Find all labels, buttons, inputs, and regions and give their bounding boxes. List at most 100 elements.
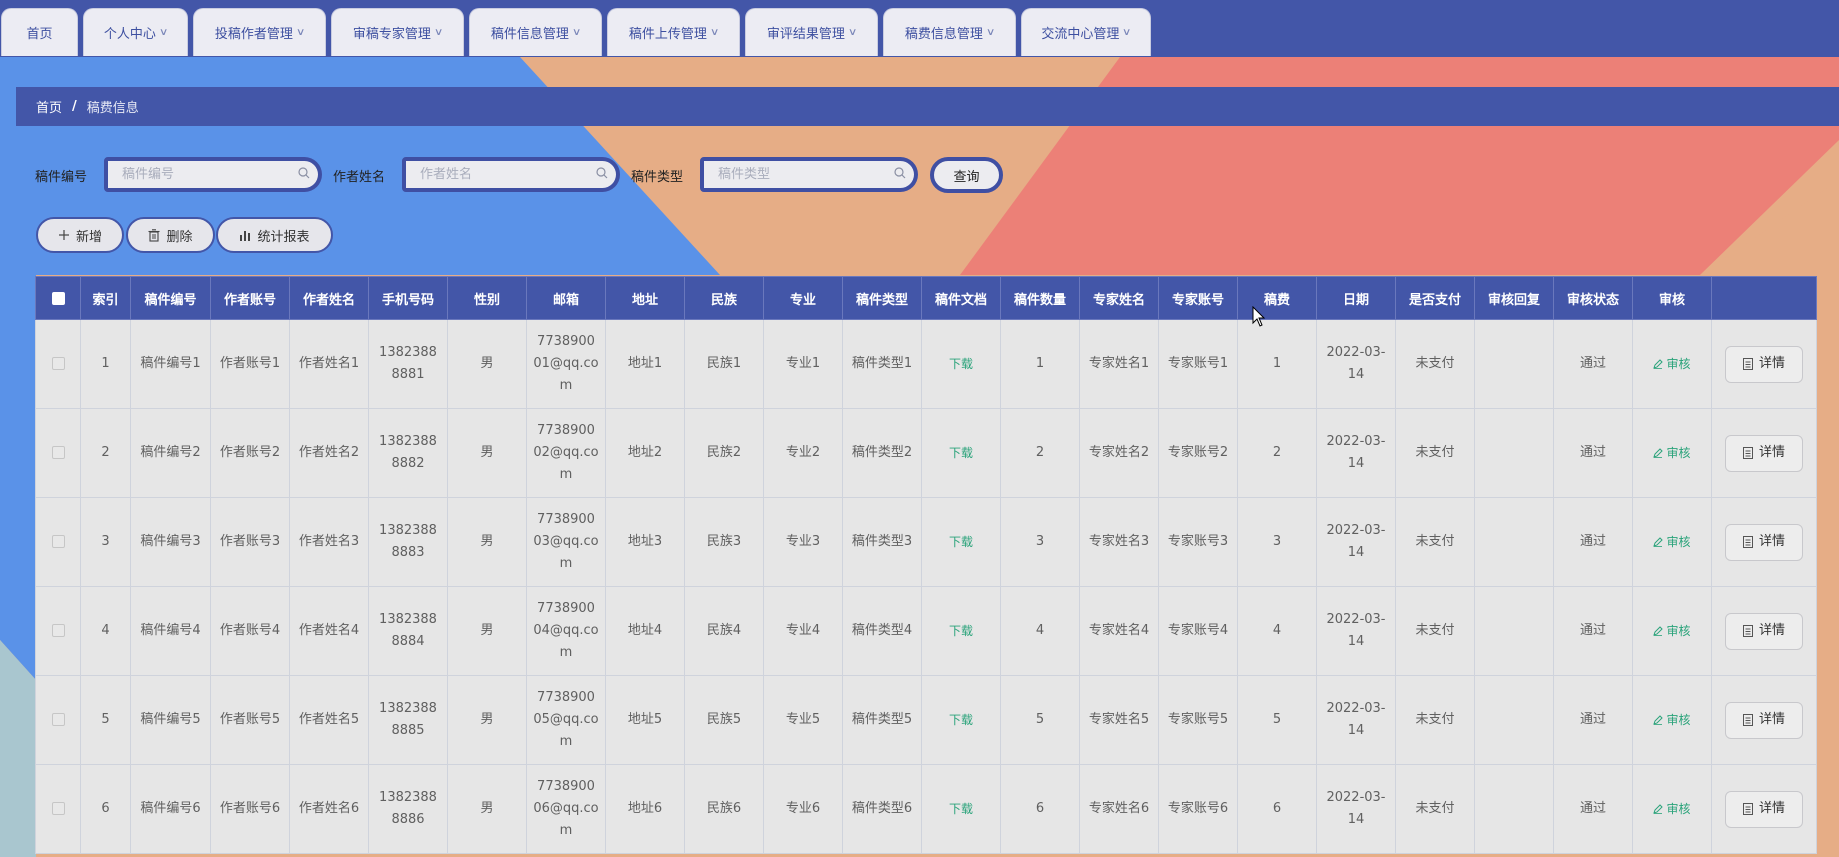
cell-name: 作者姓名1 — [289, 319, 369, 409]
cell-status: 通过 — [1553, 675, 1633, 765]
magnifier-icon — [894, 167, 906, 179]
search-input-code[interactable] — [122, 167, 292, 182]
table-row[interactable]: 5 稿件编号5 作者账号5 作者姓名5 13823888885 男 773890005@qq… — [35, 675, 1817, 765]
cell-expert-name: 专家姓名2 — [1079, 408, 1159, 498]
cell-audit: 审核 — [1632, 319, 1712, 409]
cell-phone: 13823888881 — [368, 319, 448, 409]
download-link[interactable]: 下载 — [949, 357, 973, 371]
report-button[interactable]: 统计报表 — [216, 217, 333, 253]
nav-tab-personal-center[interactable]: 个人中心 ∨ — [83, 8, 188, 56]
cell-nation: 民族4 — [684, 586, 764, 676]
detail-button[interactable]: 详情 — [1725, 790, 1803, 828]
cell-expert-name: 专家姓名1 — [1079, 319, 1159, 409]
cell-phone: 13823888885 — [368, 675, 448, 765]
document-icon — [1742, 536, 1753, 548]
cell-major: 专业5 — [763, 675, 843, 765]
audit-link[interactable]: 审核 — [1653, 713, 1691, 727]
cell-status: 通过 — [1553, 586, 1633, 676]
nav-tab-home[interactable]: 首页 — [1, 8, 78, 56]
table-row[interactable]: 2 稿件编号2 作者账号2 作者姓名2 13823888882 男 773890002@qq… — [35, 408, 1817, 498]
search-input-author[interactable] — [420, 167, 590, 182]
download-link[interactable]: 下载 — [949, 713, 973, 727]
column-header-address: 地址 — [605, 276, 685, 320]
cell-fee: 6 — [1237, 764, 1317, 854]
cell-paid: 未支付 — [1395, 764, 1475, 854]
nav-tab-fee-mgmt[interactable]: 稿费信息管理 ∨ — [883, 8, 1016, 56]
nav-tab-label: 首页 — [26, 27, 53, 42]
row-select-cell — [35, 764, 81, 854]
cell-index: 2 — [80, 408, 131, 498]
row-checkbox[interactable] — [51, 535, 65, 548]
table-row[interactable]: 4 稿件编号4 作者账号4 作者姓名4 13823888884 男 773890004@qq… — [35, 586, 1817, 676]
detail-button-label: 详情 — [1758, 712, 1785, 727]
breadcrumb: 首页 / 稿费信息 — [16, 87, 1839, 126]
download-link[interactable]: 下载 — [949, 446, 973, 460]
audit-link[interactable]: 审核 — [1653, 802, 1691, 816]
nav-tab-label: 交流中心管理 — [1041, 27, 1120, 42]
audit-link[interactable]: 审核 — [1653, 446, 1691, 460]
cell-actions: 详情 — [1711, 764, 1817, 854]
nav-tab-exchange-mgmt[interactable]: 交流中心管理 ∨ — [1021, 8, 1151, 56]
row-select-cell — [35, 408, 81, 498]
search-label-author: 作者姓名 — [333, 170, 386, 185]
search-input-type[interactable] — [718, 167, 888, 182]
cell-nation: 民族1 — [684, 319, 764, 409]
row-checkbox[interactable] — [51, 624, 65, 637]
row-checkbox[interactable] — [51, 357, 65, 370]
bar-chart-icon — [240, 230, 251, 241]
audit-link[interactable]: 审核 — [1653, 624, 1691, 638]
audit-link-label: 审核 — [1666, 534, 1691, 549]
download-link[interactable]: 下载 — [949, 624, 973, 638]
nav-tab-manuscript-mgmt[interactable]: 稿件信息管理 ∨ — [469, 8, 602, 56]
nav-tab-expert-mgmt[interactable]: 审稿专家管理 ∨ — [331, 8, 464, 56]
query-button[interactable]: 查询 — [930, 157, 1003, 193]
column-header-index: 索引 — [80, 276, 131, 320]
detail-button[interactable]: 详情 — [1725, 434, 1803, 472]
row-checkbox[interactable] — [51, 446, 65, 459]
detail-button[interactable]: 详情 — [1725, 523, 1803, 561]
column-header-fee: 稿费 — [1237, 276, 1317, 320]
breadcrumb-home[interactable]: 首页 — [36, 97, 62, 116]
cell-count: 6 — [1000, 764, 1080, 854]
cell-name: 作者姓名3 — [289, 497, 369, 587]
chevron-down-icon: ∨ — [1122, 27, 1132, 38]
cell-major: 专业1 — [763, 319, 843, 409]
cell-phone: 13823888882 — [368, 408, 448, 498]
column-header-gender: 性别 — [447, 276, 527, 320]
column-header-count: 稿件数量 — [1000, 276, 1080, 320]
audit-link[interactable]: 审核 — [1653, 534, 1691, 549]
add-button[interactable]: 新增 — [36, 217, 124, 253]
add-button-label: 新增 — [75, 229, 102, 245]
cell-audit: 审核 — [1632, 586, 1712, 676]
cell-date: 2022-03-14 — [1316, 764, 1396, 854]
nav-tab-upload-mgmt[interactable]: 稿件上传管理 ∨ — [607, 8, 740, 56]
table-row[interactable]: 3 稿件编号3 作者账号3 作者姓名3 13823888883 男 773890003@qq… — [35, 497, 1817, 587]
table-row[interactable]: 6 稿件编号6 作者账号6 作者姓名6 13823888886 男 773890006@qq… — [35, 764, 1817, 854]
delete-button[interactable]: 删除 — [126, 217, 215, 253]
detail-button[interactable]: 详情 — [1725, 345, 1803, 383]
cell-date: 2022-03-14 — [1316, 497, 1396, 587]
cell-fee: 2 — [1237, 408, 1317, 498]
detail-button-label: 详情 — [1758, 801, 1785, 816]
cell-account: 作者账号1 — [210, 319, 290, 409]
detail-button[interactable]: 详情 — [1725, 612, 1803, 650]
download-link[interactable]: 下载 — [949, 535, 973, 549]
cell-expert-account: 专家账号3 — [1158, 497, 1238, 587]
nav-tab-author-mgmt[interactable]: 投稿作者管理 ∨ — [193, 8, 326, 56]
row-checkbox[interactable] — [51, 713, 65, 726]
detail-button-label: 详情 — [1758, 623, 1785, 638]
select-all-checkbox[interactable] — [51, 291, 65, 305]
column-header-code: 稿件编号 — [130, 276, 211, 320]
audit-link[interactable]: 审核 — [1653, 357, 1691, 371]
nav-tab-review-result-mgmt[interactable]: 审评结果管理 ∨ — [745, 8, 878, 56]
chevron-down-icon: ∨ — [295, 27, 306, 38]
column-header-phone: 手机号码 — [368, 276, 448, 320]
row-checkbox[interactable] — [51, 802, 65, 815]
download-link[interactable]: 下载 — [949, 802, 973, 816]
cell-status: 通过 — [1553, 764, 1633, 854]
cell-date: 2022-03-14 — [1316, 319, 1396, 409]
document-icon — [1742, 625, 1753, 637]
magnifier-icon — [298, 167, 310, 179]
table-row[interactable]: 1 稿件编号1 作者账号1 作者姓名1 13823888881 男 773890001@qq… — [35, 319, 1817, 409]
detail-button[interactable]: 详情 — [1725, 701, 1803, 739]
